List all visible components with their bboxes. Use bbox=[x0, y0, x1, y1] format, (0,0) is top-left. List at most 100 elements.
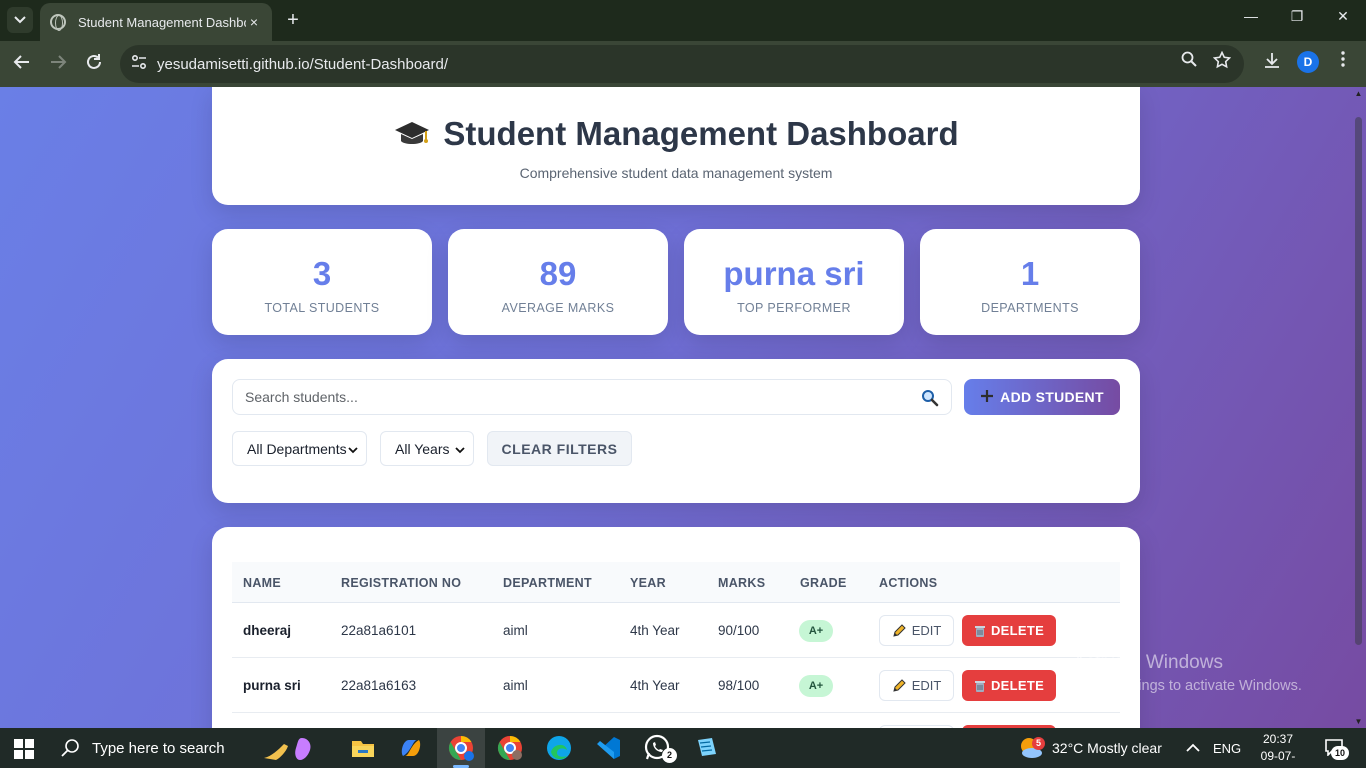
search-placeholder: Search students... bbox=[245, 389, 358, 405]
notepad-icon[interactable] bbox=[692, 734, 720, 762]
download-icon[interactable] bbox=[1262, 51, 1282, 74]
address-bar[interactable]: yesudamisetti.github.io/Student-Dashboar… bbox=[120, 45, 1244, 83]
stat-card-total-students: 3 TOTAL STUDENTS bbox=[212, 229, 432, 335]
chrome-profile-icon[interactable] bbox=[447, 734, 475, 762]
grade-badge: A+ bbox=[799, 675, 833, 697]
stat-card-top-performer: purna sri TOP PERFORMER bbox=[684, 229, 904, 335]
activate-windows-watermark: Activate Windows Go to Settings to activ… bbox=[1073, 652, 1302, 694]
chevron-down-icon bbox=[348, 442, 358, 454]
globe-icon bbox=[50, 14, 66, 31]
trash-icon bbox=[974, 625, 985, 637]
search-input[interactable]: Search students... bbox=[232, 379, 952, 415]
stat-label: TOTAL STUDENTS bbox=[264, 301, 380, 315]
table-row bbox=[232, 713, 1120, 728]
column-header-marks[interactable]: MARKS bbox=[718, 576, 765, 590]
arrow-right-icon bbox=[51, 55, 67, 69]
chevron-up-icon bbox=[1186, 743, 1200, 752]
department-filter-select[interactable]: All Departments bbox=[232, 431, 367, 466]
column-header-grade[interactable]: GRADE bbox=[800, 576, 847, 590]
new-tab-button[interactable]: + bbox=[283, 9, 303, 31]
more-menu-icon[interactable] bbox=[1333, 51, 1353, 72]
table-header: NAME REGISTRATION NO DEPARTMENT YEAR MAR… bbox=[232, 562, 1120, 603]
search-icon bbox=[60, 738, 80, 758]
add-student-button[interactable]: ADD STUDENT bbox=[964, 379, 1120, 415]
browser-tab-strip: Student Management Dashboard × + — ❐ ✕ bbox=[0, 0, 1366, 41]
scroll-down-arrow-icon[interactable]: ▼ bbox=[1353, 717, 1364, 726]
stat-label: TOP PERFORMER bbox=[737, 301, 851, 315]
column-header-actions: ACTIONS bbox=[879, 576, 938, 590]
stat-value: 3 bbox=[312, 255, 332, 292]
profile-avatar[interactable]: D bbox=[1297, 51, 1319, 73]
reload-button[interactable] bbox=[83, 53, 105, 75]
zoom-icon[interactable] bbox=[1179, 51, 1199, 72]
edit-button[interactable]: EDIT bbox=[879, 670, 954, 701]
decorative-shoe-icon[interactable] bbox=[262, 734, 311, 762]
scrollbar-thumb[interactable] bbox=[1355, 117, 1362, 645]
column-header-year[interactable]: YEAR bbox=[630, 576, 666, 590]
language-indicator[interactable]: ENG bbox=[1213, 728, 1241, 768]
browser-toolbar: yesudamisetti.github.io/Student-Dashboar… bbox=[0, 41, 1366, 87]
delete-button[interactable]: DELETE bbox=[962, 615, 1056, 646]
notification-count-badge: 10 bbox=[1331, 746, 1349, 760]
clock-date: 09-07-2025 bbox=[1260, 749, 1296, 768]
controls-panel: Search students... ADD STUDENT All Depar… bbox=[212, 359, 1140, 503]
scroll-up-arrow-icon[interactable]: ▲ bbox=[1353, 89, 1364, 98]
close-window-button[interactable]: ✕ bbox=[1320, 8, 1366, 25]
taskbar-search-box[interactable]: Type here to search bbox=[48, 728, 248, 768]
year: 4th Year bbox=[630, 678, 680, 693]
windows-start-icon[interactable] bbox=[14, 739, 34, 759]
graduation-cap-icon bbox=[393, 119, 431, 149]
forward-button[interactable] bbox=[47, 53, 69, 75]
edit-button[interactable]: EDIT bbox=[879, 615, 954, 646]
restore-button[interactable]: ❐ bbox=[1274, 8, 1320, 25]
stat-value: 89 bbox=[539, 255, 577, 292]
back-button[interactable] bbox=[11, 53, 33, 75]
url-host: yesudamisetti.github.io bbox=[157, 55, 310, 73]
taskbar-search-placeholder: Type here to search bbox=[92, 739, 225, 757]
delete-label: DELETE bbox=[990, 623, 1045, 638]
students-table-card: NAME REGISTRATION NO DEPARTMENT YEAR MAR… bbox=[212, 527, 1140, 728]
column-header-name[interactable]: NAME bbox=[243, 576, 281, 590]
url-text: yesudamisetti.github.io/Student-Dashboar… bbox=[157, 56, 448, 73]
column-header-department[interactable]: DEPARTMENT bbox=[503, 576, 592, 590]
stat-value: 1 bbox=[1020, 255, 1040, 292]
chevron-down-icon bbox=[14, 16, 26, 24]
minimize-button[interactable]: — bbox=[1228, 8, 1274, 24]
stat-value: purna sri bbox=[723, 255, 865, 292]
year-filter-select[interactable]: All Years bbox=[380, 431, 474, 466]
edit-label: EDIT bbox=[911, 623, 942, 638]
file-explorer-icon[interactable] bbox=[349, 734, 377, 762]
year-filter-value: All Years bbox=[395, 440, 450, 457]
weather-text: 32°C Mostly clear bbox=[1052, 740, 1162, 756]
copilot-icon[interactable] bbox=[397, 734, 425, 762]
page-title: Student Management Dashboard bbox=[212, 115, 1140, 153]
column-header-registration[interactable]: REGISTRATION NO bbox=[341, 576, 461, 590]
bookmark-star-icon[interactable] bbox=[1212, 50, 1232, 74]
stat-label: AVERAGE MARKS bbox=[501, 301, 615, 315]
delete-label: DELETE bbox=[990, 678, 1045, 693]
stat-card-departments: 1 DEPARTMENTS bbox=[920, 229, 1140, 335]
pencil-icon bbox=[893, 678, 906, 692]
pencil-icon bbox=[893, 623, 906, 637]
windows-taskbar: Type here to search 2 32°C Mostly clear … bbox=[0, 728, 1366, 768]
marks: 98/100 bbox=[718, 678, 760, 693]
show-hidden-icons-button[interactable] bbox=[1186, 728, 1200, 768]
chrome-icon[interactable] bbox=[496, 734, 524, 762]
site-info-icon[interactable] bbox=[130, 54, 148, 73]
clear-filters-button[interactable]: CLEAR FILTERS bbox=[487, 431, 632, 466]
page-scrollbar[interactable]: ▲ ▼ bbox=[1351, 87, 1366, 728]
department: aiml bbox=[503, 678, 528, 693]
tab-search-button[interactable] bbox=[7, 7, 33, 33]
stat-card-average-marks: 89 AVERAGE MARKS bbox=[448, 229, 668, 335]
arrow-left-icon bbox=[13, 55, 29, 69]
page-viewport: Student Management Dashboard Comprehensi… bbox=[0, 87, 1366, 728]
browser-tab[interactable]: Student Management Dashboard × bbox=[40, 3, 272, 41]
registration-no: 22a81a6101 bbox=[341, 623, 417, 638]
department-filter-value: All Departments bbox=[247, 440, 347, 457]
edge-icon[interactable] bbox=[545, 734, 573, 762]
student-name: dheeraj bbox=[243, 623, 292, 638]
tab-close-button[interactable]: × bbox=[246, 14, 262, 30]
taskbar-clock[interactable]: 20:37 09-07-2025 bbox=[1250, 731, 1306, 768]
vscode-icon[interactable] bbox=[594, 734, 622, 762]
delete-button[interactable]: DELETE bbox=[962, 670, 1056, 701]
